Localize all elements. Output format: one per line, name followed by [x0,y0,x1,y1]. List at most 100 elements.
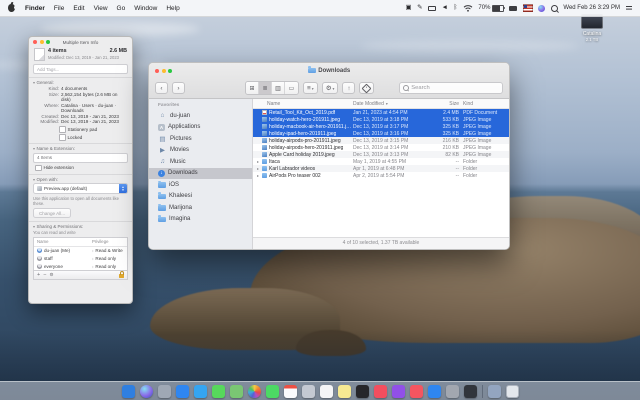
app-store-dock-icon[interactable] [428,385,441,398]
open-with-label[interactable]: Open with: [33,177,128,182]
menu-bar-item[interactable]: Help [166,5,179,12]
column-view-button[interactable]: ▥ [272,82,285,94]
apple-menu-icon[interactable] [8,4,15,12]
tv-dock-icon[interactable] [356,385,369,398]
file-row[interactable]: holiday-airpods-pro-201911.jpeg Dec 13, … [253,137,509,144]
file-row[interactable]: holiday-ipad-hero-201911.jpeg Dec 13, 20… [253,130,509,137]
notes-dock-icon[interactable] [338,385,351,398]
podcasts-dock-icon[interactable] [392,385,405,398]
permission-row[interactable]: everyone Read only [34,262,127,270]
sidebar-item[interactable]: ⌂ du-juan [149,110,252,122]
gallery-view-button[interactable]: ▭ [285,82,298,94]
sidebar-item[interactable]: ▶ Movies [149,145,252,157]
news-dock-icon[interactable] [410,385,423,398]
column-header-size[interactable]: Size [433,101,463,107]
messages-dock-icon[interactable] [212,385,225,398]
maps-dock-icon[interactable] [230,385,243,398]
permission-privilege[interactable]: Read & Write [92,248,124,253]
pencil-icon[interactable]: ✎ [417,5,422,12]
trash-dock-icon[interactable] [506,385,519,398]
close-button[interactable] [155,69,159,73]
forward-button[interactable]: › [172,82,185,94]
menu-bar-item[interactable]: File [54,5,64,12]
remove-permission-button[interactable]: − [43,272,46,278]
menu-bar-item[interactable]: Go [117,5,126,12]
photos-dock-icon[interactable] [248,385,261,398]
file-row[interactable]: Karl Labrador videos Apr 1, 2019 at 6:48… [253,165,509,172]
column-header-name[interactable]: Name [257,101,353,107]
display-mirroring-icon[interactable] [509,6,517,11]
display-icon[interactable] [428,6,436,11]
icon-view-button[interactable]: ⊞ [246,82,259,94]
group-by-button[interactable]: ≡ ▾ [303,82,318,94]
file-row[interactable]: Retail_Tool_Kit_Oct_2019.pdf Jan 21, 202… [253,109,509,116]
menu-bar-item[interactable]: Window [134,5,157,12]
name-extension-label[interactable]: Name & Extension: [33,146,128,151]
mail-dock-icon[interactable] [176,385,189,398]
locked-checkbox[interactable] [59,134,66,141]
hide-extension-checkbox[interactable] [35,165,42,172]
sidebar-item[interactable]: ♫ Music [149,156,252,168]
file-row[interactable]: holiday-airpods-hero-201911.jpeg Dec 13,… [253,144,509,151]
spotlight-search-icon[interactable] [551,5,558,12]
permission-row[interactable]: du-juan (Me) Read & Write [34,247,127,255]
menu-bar-item[interactable]: Edit [73,5,84,12]
share-button[interactable]: ↑ [342,82,355,94]
list-view-button[interactable]: ≣ [259,82,272,94]
back-button[interactable]: ‹ [155,82,168,94]
column-header-kind[interactable]: Kind [463,101,509,107]
bluetooth-icon[interactable]: ᛒ [453,5,457,12]
finder-title-bar[interactable]: Downloads [149,63,509,78]
launchpad-dock-icon[interactable] [158,385,171,398]
downloads-stack-dock-icon[interactable] [488,385,501,398]
name-field[interactable]: 4 Items [33,153,128,163]
facetime-dock-icon[interactable] [266,385,279,398]
menu-bar-item[interactable]: Finder [25,5,45,12]
reminders-dock-icon[interactable] [320,385,333,398]
stationery-pad-checkbox-row[interactable]: Stationery pad [59,126,128,133]
change-all-button[interactable]: Change All... [33,208,71,218]
contacts-dock-icon[interactable] [302,385,315,398]
minimize-button[interactable] [162,69,166,73]
lock-icon[interactable] [119,274,124,278]
sidebar-item[interactable]: ↓ Downloads [149,168,252,180]
file-row[interactable]: holiday-macbook-air-hero-201911.jpeg Dec… [253,123,509,130]
add-permission-button[interactable]: + [37,272,40,278]
add-tags-field[interactable]: Add Tags... [33,64,128,74]
permission-row[interactable]: staff Read only [34,254,127,262]
action-button[interactable]: ⚙ ▾ [322,82,339,94]
hide-extension-row[interactable]: Hide extension [35,165,128,172]
search-input[interactable]: Search [399,82,503,94]
tags-button[interactable] [359,82,374,94]
siri-dock-icon[interactable] [140,385,153,398]
dock-separator[interactable] [482,385,483,398]
file-row[interactable]: AirPods Pro teaser 002 Apr 2, 2019 at 5:… [253,172,509,179]
sidebar-item[interactable]: A Applications [149,122,252,134]
column-header-date-modified[interactable]: Date Modified▾ [353,101,433,107]
finder-dock-icon[interactable] [122,385,135,398]
desktop-disk-icon[interactable]: Catalina 2.1 TB [570,14,614,42]
menu-bar-item[interactable]: View [94,5,108,12]
sidebar-item[interactable]: Khaleesi [149,191,252,203]
siri-icon[interactable] [538,5,545,12]
file-row[interactable]: Itaca May 1, 2019 at 4:55 PM -- Folder [253,158,509,165]
sharing-permissions-label[interactable]: Sharing & Permissions: [33,224,128,229]
info-title-bar[interactable]: Multiple Item Info [29,37,132,47]
locked-checkbox-row[interactable]: Locked [59,134,128,141]
permissions-gear-icon[interactable]: ⚙ [49,272,53,278]
sidebar-item[interactable]: iOS [149,179,252,191]
volume-icon[interactable]: ◄ [442,5,448,12]
permission-privilege[interactable]: Read only [92,256,124,261]
safari-dock-icon[interactable] [194,385,207,398]
notification-center-icon[interactable] [626,5,633,11]
wifi-icon[interactable] [463,4,473,12]
keyboard-input-flag-icon[interactable] [523,4,533,12]
open-with-dropdown[interactable]: Preview.app (default) ▲▼ [33,183,128,194]
stationery-pad-checkbox[interactable] [59,126,66,133]
sidebar-item[interactable]: Imagina [149,214,252,226]
file-row[interactable]: holiday-watch-hero-201911.jpeg Dec 13, 2… [253,116,509,123]
terminal-dock-icon[interactable] [464,385,477,398]
battery-indicator[interactable]: 70% [478,5,504,12]
file-row[interactable]: Apple Card holiday 2019.jpeg Dec 13, 201… [253,151,509,158]
calendar-dock-icon[interactable] [284,385,297,398]
